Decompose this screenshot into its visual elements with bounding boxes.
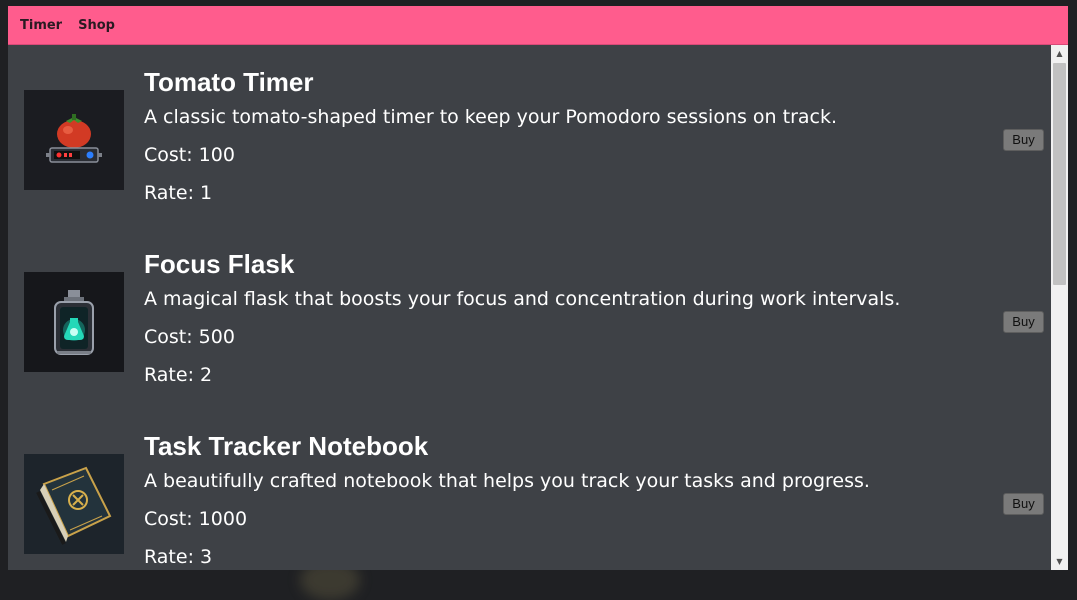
shop-item-tomato-timer: Tomato Timer A classic tomato-shaped tim… xyxy=(24,45,1044,205)
item-cost: Cost: 1000 xyxy=(144,508,248,530)
notebook-image xyxy=(24,454,124,554)
scrollbar-thumb[interactable] xyxy=(1053,63,1066,285)
focus-flask-image xyxy=(24,272,124,372)
item-title: Tomato Timer xyxy=(144,67,314,97)
shop-list: Tomato Timer A classic tomato-shaped tim… xyxy=(8,45,1051,570)
scroll-down-arrow-icon[interactable]: ▼ xyxy=(1051,553,1068,570)
item-title: Focus Flask xyxy=(144,249,295,279)
item-title: Task Tracker Notebook xyxy=(144,431,429,461)
vertical-scrollbar[interactable]: ▲ ▼ xyxy=(1051,45,1068,570)
shop-item-focus-flask: Focus Flask A magical flask that boosts … xyxy=(24,227,1044,387)
buy-button[interactable]: Buy xyxy=(1003,493,1044,515)
scroll-up-arrow-icon[interactable]: ▲ xyxy=(1051,45,1068,62)
item-cost: Cost: 100 xyxy=(144,144,235,166)
item-info: Tomato Timer A classic tomato-shaped tim… xyxy=(144,67,974,219)
item-rate: Rate: 3 xyxy=(144,546,213,568)
item-rate: Rate: 2 xyxy=(144,364,213,386)
item-rate: Rate: 1 xyxy=(144,182,213,204)
item-cost: Cost: 500 xyxy=(144,326,235,348)
item-description: A magical flask that boosts your focus a… xyxy=(144,288,901,310)
buy-button[interactable]: Buy xyxy=(1003,129,1044,151)
buy-button[interactable]: Buy xyxy=(1003,311,1044,333)
app-window: Timer Shop Tomato Timer A classic tomato… xyxy=(8,6,1068,570)
item-info: Task Tracker Notebook A beautifully craf… xyxy=(144,431,974,570)
item-description: A classic tomato-shaped timer to keep yo… xyxy=(144,106,838,128)
tomato-timer-image xyxy=(24,90,124,190)
shop-item-task-tracker-notebook: Task Tracker Notebook A beautifully craf… xyxy=(24,409,1044,569)
nav-link-timer[interactable]: Timer xyxy=(20,18,62,33)
top-nav: Timer Shop xyxy=(8,6,1068,45)
item-description: A beautifully crafted notebook that help… xyxy=(144,470,870,492)
nav-link-shop[interactable]: Shop xyxy=(78,18,115,33)
item-info: Focus Flask A magical flask that boosts … xyxy=(144,249,974,401)
